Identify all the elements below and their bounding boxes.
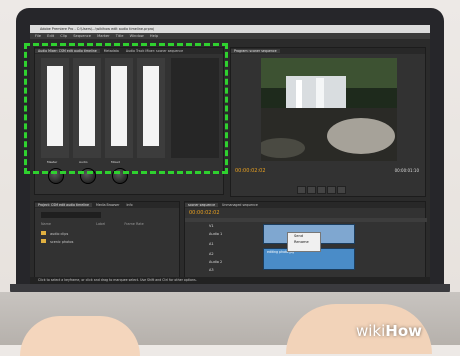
track-label: A1 <box>209 242 214 246</box>
timeline-timecode[interactable]: 00:00:02:02 <box>189 210 220 216</box>
column-headers: Name Label Frame Rate <box>41 220 177 228</box>
status-bar: Click to select a keyframe, or click and… <box>30 277 430 284</box>
list-item[interactable]: scenic photos <box>41 238 177 246</box>
menu-marker[interactable]: Marker <box>97 34 109 38</box>
watermark-how: How <box>385 322 423 340</box>
step-forward-button[interactable] <box>317 186 326 194</box>
tab-info[interactable]: Info <box>123 203 135 207</box>
menu-file[interactable]: File <box>35 34 41 38</box>
loop-button[interactable] <box>327 186 336 194</box>
wikihow-watermark: wikiHow <box>356 322 422 340</box>
menu-edit[interactable]: Edit <box>47 34 54 38</box>
program-monitor: Program: sconer sequence 00:00:02:02 00:… <box>230 47 426 197</box>
menu-item-rename[interactable]: Rename <box>288 239 320 245</box>
timeline-panel: sconer sequence Unmanaged sequence 00:00… <box>184 201 427 279</box>
project-panel: Project: CSM edit audio timeline Media B… <box>34 201 180 279</box>
window-title: Adobe Premiere Pro - C:\Users\...\wikiho… <box>30 25 430 33</box>
playhead-timecode[interactable]: 00:00:02:02 <box>235 168 266 174</box>
track-label: A3 <box>209 268 214 272</box>
item-name: scenic photos <box>50 240 74 244</box>
watermark-wiki: wiki <box>356 322 386 340</box>
column-frame-rate[interactable]: Frame Rate <box>124 222 143 226</box>
highlight-box <box>24 43 228 174</box>
track-label: Audio 2 <box>209 260 223 264</box>
tab-program[interactable]: Program: sconer sequence <box>231 49 280 53</box>
column-label[interactable]: Label <box>96 222 105 226</box>
menu-title[interactable]: Title <box>116 34 124 38</box>
tab-sequence[interactable]: sconer sequence <box>185 203 219 207</box>
search-input[interactable] <box>41 212 101 218</box>
context-menu: Send Rename <box>287 232 321 252</box>
export-frame-button[interactable] <box>337 186 346 194</box>
video-preview <box>261 58 397 161</box>
track-label: V1 <box>209 224 214 228</box>
list-item[interactable]: audio clips <box>41 230 177 238</box>
step-back-button[interactable] <box>297 186 306 194</box>
duration-timecode: 00:00:01:10 <box>394 168 419 173</box>
waterfall-image <box>261 58 397 161</box>
track-label: A2 <box>209 252 214 256</box>
item-name: audio clips <box>50 232 69 236</box>
folder-icon <box>41 239 46 243</box>
project-tabs: Project: CSM edit audio timeline Media B… <box>35 202 179 208</box>
menu-sequence[interactable]: Sequence <box>73 34 91 38</box>
tab-media-browser[interactable]: Media Browser <box>93 203 123 207</box>
folder-icon <box>41 231 46 235</box>
time-ruler[interactable] <box>185 218 427 222</box>
menu-bar: File Edit Clip Sequence Marker Title Win… <box>30 33 430 39</box>
left-hand <box>20 316 140 356</box>
monitor-tabs: Program: sconer sequence <box>231 48 425 54</box>
track-label: Audio 1 <box>209 232 223 236</box>
menu-clip[interactable]: Clip <box>60 34 67 38</box>
tab-project[interactable]: Project: CSM edit audio timeline <box>35 203 92 207</box>
menu-help[interactable]: Help <box>150 34 158 38</box>
play-stop-button[interactable] <box>307 186 316 194</box>
menu-window[interactable]: Window <box>130 34 144 38</box>
timeline-tabs: sconer sequence Unmanaged sequence <box>185 202 425 208</box>
tab-unmanaged-sequence[interactable]: Unmanaged sequence <box>219 203 261 207</box>
column-name[interactable]: Name <box>41 222 51 226</box>
